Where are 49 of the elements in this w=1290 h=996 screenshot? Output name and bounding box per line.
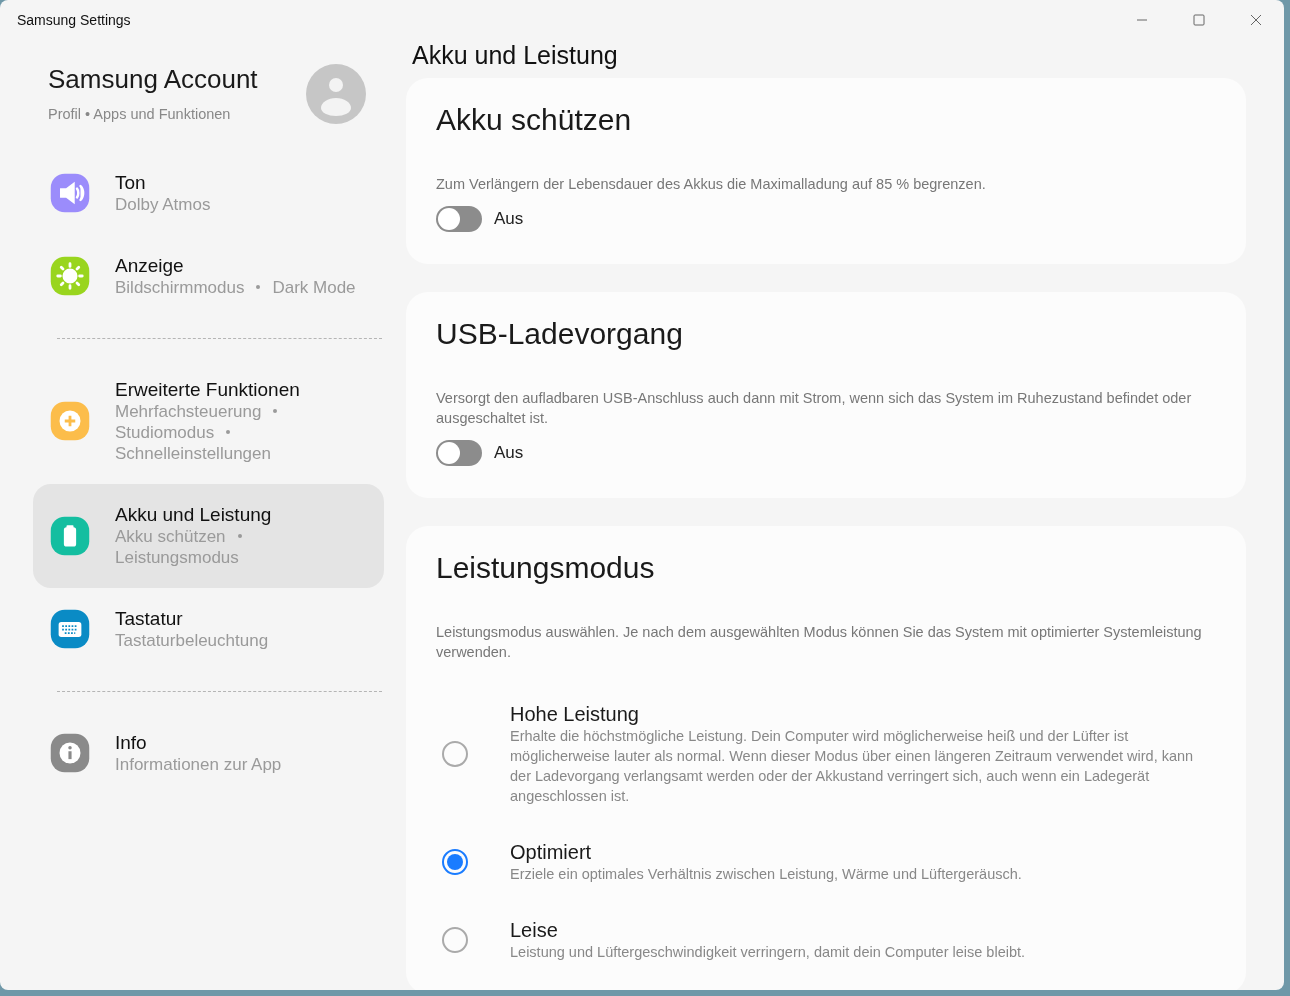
sidebar-item-detail: Studiomodus — [115, 421, 215, 443]
sidebar-item[interactable]: Akku und Leistung Akku schützen Leistungsmodus — [33, 483, 384, 588]
card-description: Leistungsmodus auswählen. Je nach dem ausgewählten Modus können Sie das System mit optimierter Systemleistung verwenden. — [436, 623, 1203, 662]
account-subtitle: Profil • Apps und Funktionen — [48, 105, 232, 124]
sidebar-item-detail: Dark Mode — [272, 276, 356, 298]
sidebar-item-title: Akku und Leistung — [115, 503, 273, 526]
account-title: Samsung Account — [48, 64, 258, 94]
toggle-label: Aus — [494, 442, 524, 465]
card-description: Zum Verlängern der Lebensdauer des Akkus die Maximalladung auf 85 % begrenzen. — [436, 175, 987, 194]
maximize-icon — [1192, 14, 1205, 26]
sidebar-item-detail: Dolby Atmos — [115, 193, 211, 215]
radio-button[interactable] — [442, 741, 468, 767]
sidebar-item-detail: Mehrfachsteuerung — [115, 400, 262, 422]
sidebar-item-detail: Akku schützen — [115, 525, 226, 547]
account-header[interactable]: Samsung Account Profil • Apps und Funktionen — [33, 40, 384, 152]
option-title: Leise — [510, 918, 559, 942]
sidebar-item-title: Ton — [115, 171, 147, 194]
sidebar-item-detail: Bildschirmmodus — [115, 276, 245, 298]
sidebar-item-title: Tastatur — [115, 607, 184, 630]
card-description: Versorgt den aufladbaren USB-Anschluss auch dann mit Strom, wenn sich das System im Ruhezustand befindet oder ausgeschaltet ist. — [436, 389, 1193, 428]
window-title: Samsung Settings — [17, 10, 131, 30]
card-title: USB-Ladevorgang — [436, 316, 684, 352]
avatar-icon — [306, 64, 366, 124]
sidebar-item-detail: Tastaturbeleuchtung — [115, 629, 269, 651]
sidebar-item-title: Erweiterte Funktionen — [115, 378, 301, 401]
card-title: Leistungsmodus — [436, 550, 656, 586]
option-description: Erhalte die höchstmögliche Leistung. Dein Computer wird möglicherweise heiß und der Lüfter ist möglicherweise lauter als normal. Wenn dieser Modus über einen längeren Zeitraum verwendet wird, kann der Ladevorgang verlangsamt werden oder der Akkustand verringert sich, auch wenn ein Ladegerät angeschlossen ist. — [510, 727, 1195, 806]
sidebar-item[interactable]: Ton Dolby Atmos — [33, 151, 384, 235]
option-description: Erziele ein optimales Verhältnis zwischen Leistung, Wärme und Lüftergeräusch. — [510, 865, 1022, 884]
sidebar-item[interactable]: Info Informationen zur App — [33, 711, 384, 795]
sidebar-item[interactable]: Anzeige Bildschirmmodus Dark Mode — [33, 234, 384, 318]
toggle-label: Aus — [494, 208, 524, 231]
close-icon — [1249, 14, 1262, 26]
option-title: Hohe Leistung — [510, 702, 640, 726]
sidebar-item-title: Info — [115, 731, 148, 754]
sidebar-item-detail: Informationen zur App — [115, 753, 282, 775]
card-title: Akku schützen — [436, 102, 633, 138]
radio-button[interactable] — [442, 927, 468, 953]
sidebar-item-detail: Leistungsmodus — [115, 546, 239, 568]
toggle-switch[interactable] — [436, 440, 482, 466]
sidebar-item[interactable]: Tastatur Tastaturbeleuchtung — [33, 587, 384, 671]
sidebar-item-detail: Schnelleinstellungen — [115, 442, 271, 464]
sidebar-item-title: Anzeige — [115, 254, 185, 277]
option-title: Optimiert — [510, 840, 593, 864]
option-description: Leistung und Lüftergeschwindigkeit verringern, damit dein Computer leise bleibt. — [510, 943, 1026, 962]
page-title: Akku und Leistung — [412, 40, 619, 70]
sidebar-item[interactable]: Erweiterte Funktionen Mehrfachsteuerung Studiomodus Schnelleinstellungen — [33, 358, 384, 484]
radio-button[interactable] — [442, 849, 468, 875]
toggle-switch[interactable] — [436, 206, 482, 232]
